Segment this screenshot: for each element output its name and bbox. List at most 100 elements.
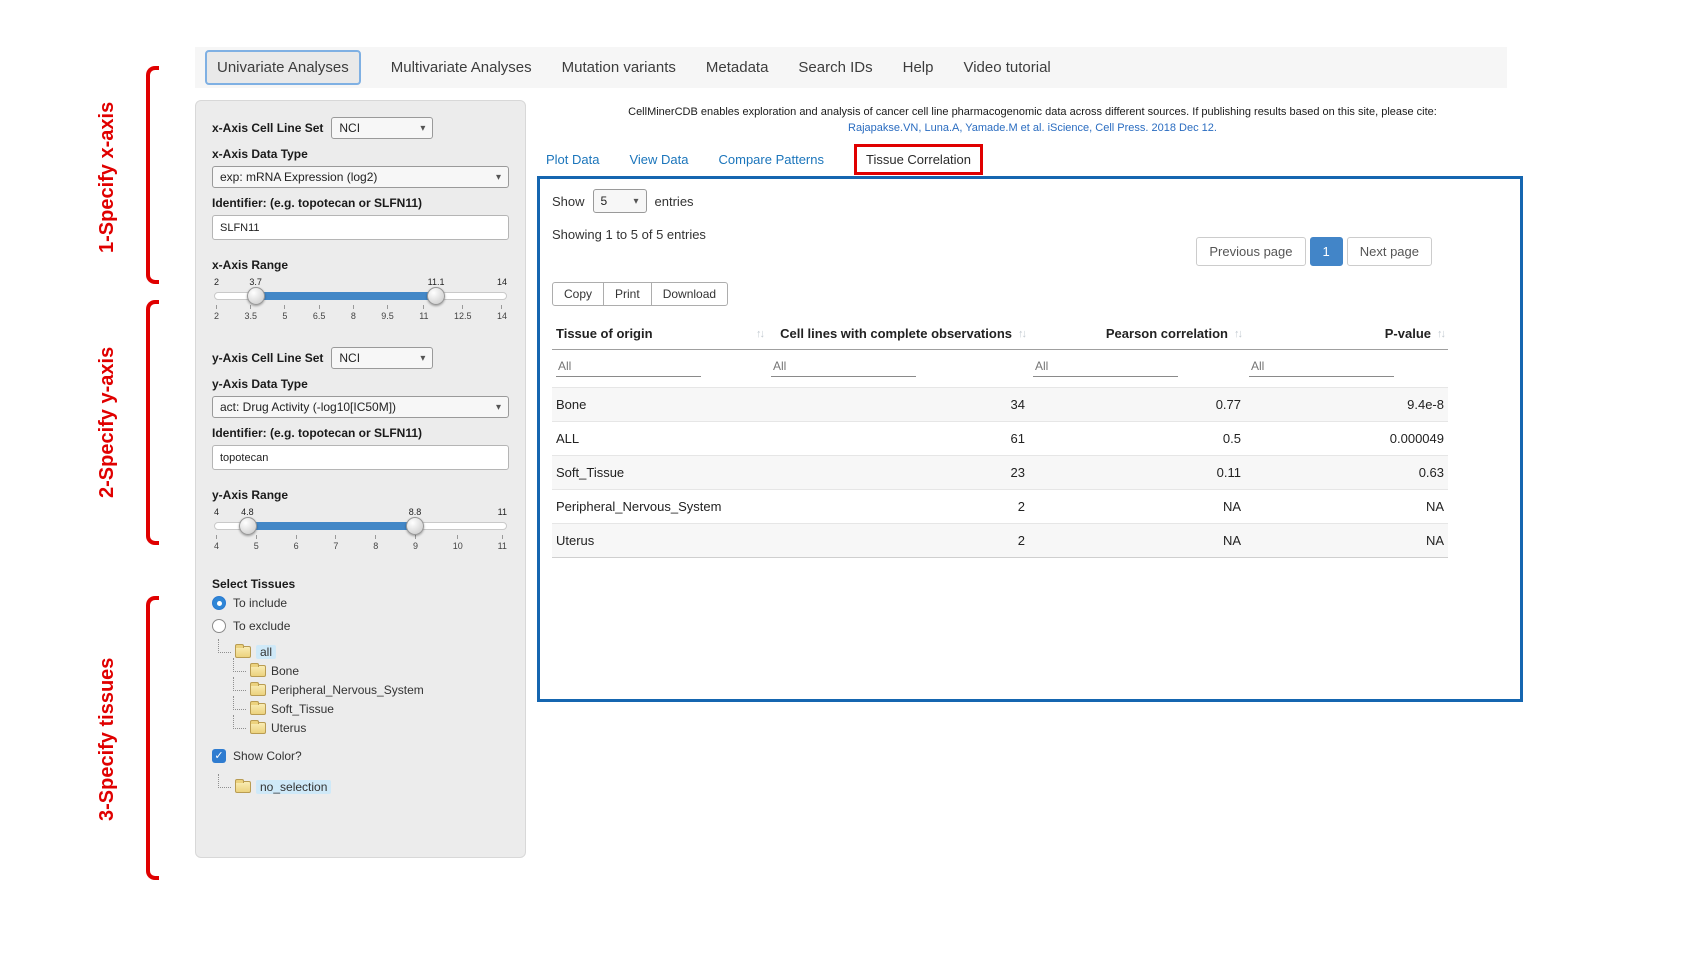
tick: 10 <box>453 535 463 551</box>
nav-tab-video-tutorial[interactable]: Video tutorial <box>963 59 1050 76</box>
copy-button[interactable]: Copy <box>552 282 604 306</box>
x-range-label: x-Axis Range <box>212 258 509 272</box>
nav-tab-mutation-variants[interactable]: Mutation variants <box>562 59 676 76</box>
sort-icon[interactable]: ↑↓ <box>756 328 763 340</box>
annotation-bracket-1 <box>146 66 159 284</box>
table-row[interactable]: Uterus 2 NA NA <box>552 524 1448 558</box>
tick: 3.5 <box>244 305 257 321</box>
nav-tab-help[interactable]: Help <box>903 59 934 76</box>
x-slider-high-label: 11.1 <box>428 277 445 287</box>
annotation-bracket-2 <box>146 300 159 545</box>
y-slider-max-label: 11 <box>498 507 507 517</box>
x-slider-track[interactable] <box>214 292 507 300</box>
table-row[interactable]: Bone 34 0.77 9.4e-8 <box>552 388 1448 422</box>
table-row[interactable]: Soft_Tissue 23 0.11 0.63 <box>552 456 1448 490</box>
x-cell-line-set-select[interactable]: NCI ▾ <box>331 117 433 139</box>
filter-pearson-input[interactable] <box>1033 356 1178 377</box>
radio-icon <box>212 619 226 633</box>
show-color-checkbox-row[interactable]: ✓ Show Color? <box>212 749 509 763</box>
tree-node[interactable]: Uterus <box>233 718 509 737</box>
col-header-p-value[interactable]: P-value ↑↓ <box>1245 318 1448 350</box>
y-identifier-input[interactable] <box>212 445 509 470</box>
tree-connector <box>218 639 231 653</box>
radio-to-include[interactable]: To include <box>212 596 509 610</box>
y-slider-low-label: 4.8 <box>241 507 254 517</box>
subtab-plot-data[interactable]: Plot Data <box>546 152 599 167</box>
chevron-down-icon: ▾ <box>496 172 501 183</box>
x-slider-min-label: 2 <box>214 277 219 287</box>
radio-to-exclude[interactable]: To exclude <box>212 619 509 633</box>
y-range-label: y-Axis Range <box>212 488 509 502</box>
y-slider-handle-high[interactable] <box>406 517 424 535</box>
citation-block: CellMinerCDB enables exploration and ana… <box>545 106 1520 134</box>
filter-pvalue-input[interactable] <box>1249 356 1394 377</box>
tree-node-all[interactable]: all <box>218 642 509 661</box>
col-header-pearson-correlation[interactable]: Pearson correlation ↑↓ <box>1029 318 1245 350</box>
tick: 9 <box>413 535 418 551</box>
tree-connector <box>233 715 246 729</box>
x-slider-handle-high[interactable] <box>427 287 445 305</box>
main-navbar: Univariate Analyses Multivariate Analyse… <box>195 47 1507 88</box>
tree-node[interactable]: Bone <box>233 661 509 680</box>
y-data-type-select[interactable]: act: Drug Activity (-log10[IC50M]) ▾ <box>212 396 509 418</box>
x-identifier-input[interactable] <box>212 215 509 240</box>
pagination: Previous page 1 Next page <box>1196 237 1432 266</box>
filter-cell-lines-input[interactable] <box>771 356 916 377</box>
tick: 11 <box>498 535 507 551</box>
col-header-cell-lines[interactable]: Cell lines with complete observations ↑↓ <box>767 318 1029 350</box>
nav-tab-univariate-analyses[interactable]: Univariate Analyses <box>205 50 361 85</box>
chevron-down-icon: ▾ <box>420 123 425 134</box>
y-slider-handle-low[interactable] <box>239 517 257 535</box>
tree-node-no-selection[interactable]: no_selection <box>218 777 509 796</box>
table-row[interactable]: Peripheral_Nervous_System 2 NA NA <box>552 490 1448 524</box>
annotation-step-1: 1-Specify x-axis <box>96 72 126 282</box>
subtab-tissue-correlation[interactable]: Tissue Correlation <box>854 144 983 175</box>
checkbox-checked-icon[interactable]: ✓ <box>212 749 226 763</box>
entries-per-page-select[interactable]: 5 ▾ <box>593 189 647 213</box>
table-row[interactable]: ALL 61 0.5 0.000049 <box>552 422 1448 456</box>
page-number-button[interactable]: 1 <box>1310 237 1343 266</box>
print-button[interactable]: Print <box>603 282 652 306</box>
nav-tab-multivariate-analyses[interactable]: Multivariate Analyses <box>391 59 532 76</box>
download-button[interactable]: Download <box>651 282 728 306</box>
col-header-tissue-of-origin[interactable]: Tissue of origin ↑↓ <box>552 318 767 350</box>
nav-tab-search-ids[interactable]: Search IDs <box>798 59 872 76</box>
subtab-view-data[interactable]: View Data <box>629 152 688 167</box>
x-identifier-label: Identifier: (e.g. topotecan or SLFN11) <box>212 196 509 210</box>
y-slider-track[interactable] <box>214 522 507 530</box>
tree-connector <box>233 658 246 672</box>
tick: 5 <box>254 535 259 551</box>
folder-icon <box>235 781 251 793</box>
folder-icon <box>250 703 266 715</box>
x-slider-handle-low[interactable] <box>247 287 265 305</box>
select-tissues-title: Select Tissues <box>212 577 509 591</box>
previous-page-button[interactable]: Previous page <box>1196 237 1305 266</box>
y-cell-line-set-select[interactable]: NCI ▾ <box>331 347 433 369</box>
header-row: Tissue of origin ↑↓ Cell lines with comp… <box>552 318 1448 350</box>
cellminercdb-page: 1-Specify x-axis 2-Specify y-axis 3-Spec… <box>0 0 1700 956</box>
tree-connector <box>233 696 246 710</box>
y-slider-high-label: 8.8 <box>409 507 422 517</box>
tissue-tree: all Bone Peripheral_Nervous_System Soft_… <box>218 642 509 737</box>
tree-node[interactable]: Peripheral_Nervous_System <box>233 680 509 699</box>
export-buttons: Copy Print Download <box>552 282 1508 306</box>
x-slider-low-label: 3.7 <box>249 277 262 287</box>
sidebar-controls: x-Axis Cell Line Set NCI ▾ x-Axis Data T… <box>195 100 526 858</box>
filter-tissue-input[interactable] <box>556 356 701 377</box>
tick: 8 <box>373 535 378 551</box>
folder-icon <box>235 646 251 658</box>
radio-icon <box>212 596 226 610</box>
annotation-bracket-3 <box>146 596 159 880</box>
tree-node[interactable]: Soft_Tissue <box>233 699 509 718</box>
sort-icon[interactable]: ↑↓ <box>1234 328 1241 340</box>
sort-icon[interactable]: ↑↓ <box>1437 328 1444 340</box>
x-data-type-select[interactable]: exp: mRNA Expression (log2) ▾ <box>212 166 509 188</box>
subtab-compare-patterns[interactable]: Compare Patterns <box>719 152 825 167</box>
entries-label: entries <box>655 194 694 209</box>
sort-icon[interactable]: ↑↓ <box>1018 328 1025 340</box>
tick: 2 <box>214 305 219 321</box>
nav-tab-metadata[interactable]: Metadata <box>706 59 769 76</box>
result-subtabs: Plot Data View Data Compare Patterns Tis… <box>546 143 983 175</box>
next-page-button[interactable]: Next page <box>1347 237 1432 266</box>
citation-link[interactable]: Rajapakse.VN, Luna.A, Yamade.M et al. iS… <box>545 122 1520 134</box>
